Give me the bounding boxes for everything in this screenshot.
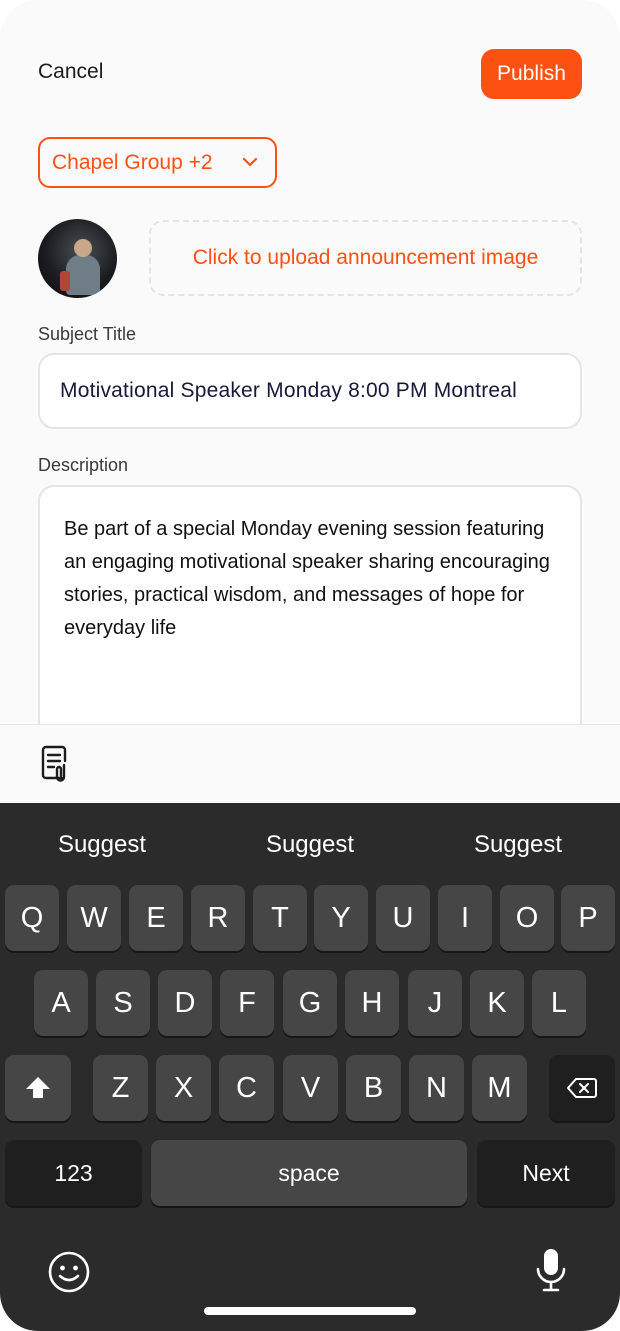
key-h[interactable]: H [345,970,399,1036]
microphone-icon[interactable] [534,1247,568,1293]
key-f[interactable]: F [220,970,274,1036]
key-j[interactable]: J [408,970,462,1036]
document-attachment-icon[interactable] [40,745,74,783]
key-l[interactable]: L [532,970,586,1036]
suggestion-3[interactable]: Suggest [418,831,618,859]
on-screen-keyboard: Suggest Suggest Suggest Q W E R T Y U I … [0,803,620,1331]
subject-title-label: Subject Title [38,324,137,344]
chevron-down-icon [242,157,258,167]
avatar-figure-body [66,255,100,295]
editor-toolbar [0,724,620,803]
home-indicator [204,1307,416,1315]
key-b[interactable]: B [346,1055,401,1121]
next-key[interactable]: Next [477,1140,615,1206]
key-r[interactable]: R [191,885,245,951]
key-i[interactable]: I [438,885,492,951]
delete-key[interactable] [549,1055,615,1121]
cancel-button[interactable]: Cancel [38,60,103,84]
audience-selected-label: Chapel Group +2 [52,150,213,174]
key-s[interactable]: S [96,970,150,1036]
space-key[interactable]: space [151,1140,467,1206]
key-x[interactable]: X [156,1055,211,1121]
publish-button[interactable]: Publish [481,49,582,99]
key-o[interactable]: O [500,885,554,951]
key-v[interactable]: V [283,1055,338,1121]
key-w[interactable]: W [67,885,121,951]
key-k[interactable]: K [470,970,524,1036]
compose-announcement-screen: Cancel Publish Chapel Group +2 Click to … [0,0,620,1331]
key-g[interactable]: G [283,970,337,1036]
suggestion-2[interactable]: Suggest [210,831,410,859]
key-d[interactable]: D [158,970,212,1036]
key-m[interactable]: M [472,1055,527,1121]
backspace-icon [567,1078,597,1098]
key-a[interactable]: A [34,970,88,1036]
key-c[interactable]: C [219,1055,274,1121]
key-z[interactable]: Z [93,1055,148,1121]
key-q[interactable]: Q [5,885,59,951]
key-p[interactable]: P [561,885,615,951]
upload-image-dropzone[interactable]: Click to upload announcement image [149,220,582,296]
shift-key[interactable] [5,1055,71,1121]
key-t[interactable]: T [253,885,307,951]
numbers-key[interactable]: 123 [5,1140,142,1206]
key-n[interactable]: N [409,1055,464,1121]
description-textarea[interactable]: Be part of a special Monday evening sess… [38,485,582,745]
suggestion-1[interactable]: Suggest [2,831,202,859]
key-e[interactable]: E [129,885,183,951]
emoji-icon[interactable] [47,1250,91,1294]
subject-title-input[interactable]: Motivational Speaker Monday 8:00 PM Mont… [38,353,582,429]
audience-dropdown[interactable]: Chapel Group +2 [38,137,277,188]
avatar-figure-detail [60,271,70,291]
shift-icon [26,1077,50,1098]
description-label: Description [38,455,129,475]
avatar-figure-head [74,239,92,257]
avatar [38,219,117,298]
key-u[interactable]: U [376,885,430,951]
key-y[interactable]: Y [314,885,368,951]
